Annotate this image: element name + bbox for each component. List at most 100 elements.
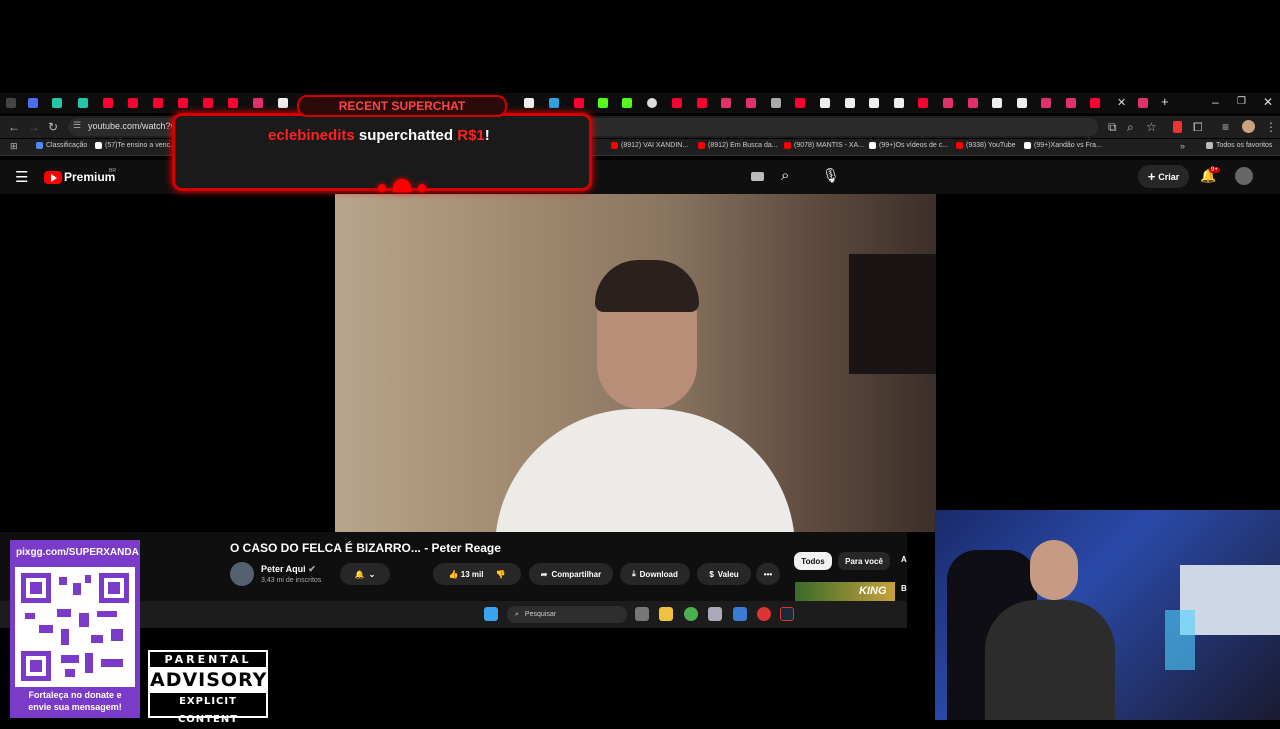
recommended-thumbnail[interactable]: KING: [795, 582, 895, 602]
forward-icon[interactable]: →: [28, 120, 40, 134]
tab-favicon[interactable]: [697, 98, 707, 108]
bookmark-item[interactable]: (9078) MANTIS - XA...: [784, 142, 864, 149]
menu-kebab-icon[interactable]: ⋮: [1265, 120, 1277, 134]
tab-favicon[interactable]: [845, 98, 855, 108]
search-icon[interactable]: ⌕: [781, 167, 789, 184]
steam-icon[interactable]: [780, 607, 794, 621]
tab-favicon[interactable]: [78, 98, 88, 108]
task-view-icon[interactable]: [635, 607, 649, 621]
create-button[interactable]: + Criar: [1138, 165, 1189, 188]
tab-favicon[interactable]: [153, 98, 163, 108]
download-button[interactable]: ⤓ Download: [620, 563, 690, 585]
tab-favicon[interactable]: [721, 98, 731, 108]
bookmark-star-icon[interactable]: ☆: [1146, 120, 1157, 134]
account-avatar[interactable]: [1235, 167, 1253, 185]
tab-favicon[interactable]: [28, 98, 38, 108]
streamer-webcam: [935, 510, 1280, 720]
plus-icon: +: [1147, 169, 1156, 184]
settings-gear-icon[interactable]: [708, 607, 722, 621]
close-tab-icon[interactable]: ✕: [1117, 96, 1126, 109]
superchat-alert: RECENT SUPERCHAT eclebinedits superchatt…: [172, 95, 592, 192]
bookmark-item[interactable]: (8912) VAI XANDIN...: [611, 142, 688, 149]
bookmark-item[interactable]: Classificação: [36, 142, 87, 149]
tab-search-icon[interactable]: [6, 98, 16, 108]
tab-favicon[interactable]: [647, 98, 657, 108]
tab-favicon[interactable]: [103, 98, 113, 108]
thanks-button[interactable]: $ Valeu: [697, 563, 751, 585]
windows-start-icon[interactable]: [484, 607, 498, 621]
tab-favicon[interactable]: [771, 98, 781, 108]
hamburger-menu-icon[interactable]: ☰: [15, 168, 28, 186]
obs-icon[interactable]: [757, 607, 771, 621]
more-actions-button[interactable]: •••: [756, 563, 780, 585]
donate-url: pixgg.com/SUPERXANDA: [16, 547, 139, 558]
bookmark-favicon-icon: [1024, 142, 1031, 149]
tab-favicon[interactable]: [1041, 98, 1051, 108]
dislike-icon[interactable]: 👎: [495, 570, 505, 579]
tab-favicon[interactable]: [746, 98, 756, 108]
apps-grid-icon[interactable]: ⊞: [10, 141, 18, 152]
tab-favicon[interactable]: [992, 98, 1002, 108]
tab-favicon[interactable]: [894, 98, 904, 108]
tab-favicon[interactable]: [622, 98, 632, 108]
donate-qr-panel: pixgg.com/SUPERXANDA Fortaleça no donate…: [10, 540, 140, 718]
close-window-icon[interactable]: ✕: [1263, 95, 1273, 109]
chevron-more-icon[interactable]: »: [1180, 141, 1185, 151]
site-info-icon[interactable]: ☰: [73, 120, 81, 131]
chip-all[interactable]: Todos: [794, 552, 832, 570]
reload-icon[interactable]: ↻: [48, 120, 58, 134]
file-explorer-icon[interactable]: [659, 607, 673, 621]
extension-icon[interactable]: [1173, 121, 1182, 133]
tab-favicon[interactable]: [869, 98, 879, 108]
new-tab-icon[interactable]: +: [1161, 94, 1169, 109]
tab-favicon[interactable]: [1066, 98, 1076, 108]
superchat-amount: R$1: [457, 127, 485, 144]
search-icon: ⌕: [515, 610, 519, 618]
extensions-puzzle-icon[interactable]: ⧠: [1193, 120, 1203, 135]
maximize-icon[interactable]: ❐: [1237, 96, 1246, 107]
app-icon[interactable]: [733, 607, 747, 621]
zoom-icon[interactable]: ⌕: [1127, 120, 1134, 135]
tab-favicon[interactable]: [820, 98, 830, 108]
back-icon[interactable]: ←: [8, 120, 20, 134]
tab-favicon[interactable]: [795, 98, 805, 108]
media-icon[interactable]: ≡: [1222, 120, 1229, 134]
microphone-icon[interactable]: 🎙: [822, 167, 840, 184]
channel-avatar[interactable]: [230, 562, 254, 586]
tab-favicon[interactable]: [128, 98, 138, 108]
share-button[interactable]: ➦ Compartilhar: [529, 563, 613, 585]
all-bookmarks-folder[interactable]: Todos os favoritos: [1206, 142, 1272, 149]
tab-favicon[interactable]: [968, 98, 978, 108]
tab-favicon[interactable]: [52, 98, 62, 108]
minimize-icon[interactable]: –: [1212, 95, 1219, 109]
bookmark-item[interactable]: (8912) Em Busca da...: [698, 142, 778, 149]
folder-icon: [1206, 142, 1213, 149]
tab-favicon[interactable]: [918, 98, 928, 108]
tab-favicon[interactable]: [672, 98, 682, 108]
superchat-box: [172, 113, 592, 191]
install-app-icon[interactable]: ⧉: [1108, 120, 1117, 135]
profile-avatar[interactable]: [1242, 120, 1255, 133]
channel-name[interactable]: Peter Aqui ✔: [261, 564, 316, 575]
bookmark-item[interactable]: (9338) YouTube: [956, 142, 1016, 149]
bookmark-item[interactable]: (99+)Os vídeos de c...: [869, 142, 948, 149]
bookmark-favicon-icon: [95, 142, 102, 149]
subscribe-notifications-button[interactable]: 🔔 ⌄: [340, 563, 390, 585]
thanks-icon: $: [709, 569, 714, 579]
keyboard-icon[interactable]: [751, 172, 764, 181]
chip-for-you[interactable]: Para você: [838, 552, 890, 570]
taskbar-search[interactable]: ⌕ Pesquisar: [507, 606, 627, 623]
tab-favicon[interactable]: [1090, 98, 1100, 108]
webcam-scene-head: [1030, 540, 1078, 600]
like-button[interactable]: 👍 13 mil: [449, 570, 484, 579]
chrome-icon[interactable]: [684, 607, 698, 621]
webcam-scene-body: [985, 600, 1115, 720]
tab-favicon[interactable]: [1138, 98, 1148, 108]
tab-favicon[interactable]: [1017, 98, 1027, 108]
tab-favicon[interactable]: [598, 98, 608, 108]
chip-next-partial[interactable]: A: [901, 555, 907, 564]
video-player[interactable]: [335, 194, 936, 532]
bookmark-item[interactable]: (99+)Xandão vs Fra...: [1024, 142, 1102, 149]
bookmark-item[interactable]: (57)Te ensino a venc...: [95, 142, 176, 149]
tab-favicon[interactable]: [943, 98, 953, 108]
